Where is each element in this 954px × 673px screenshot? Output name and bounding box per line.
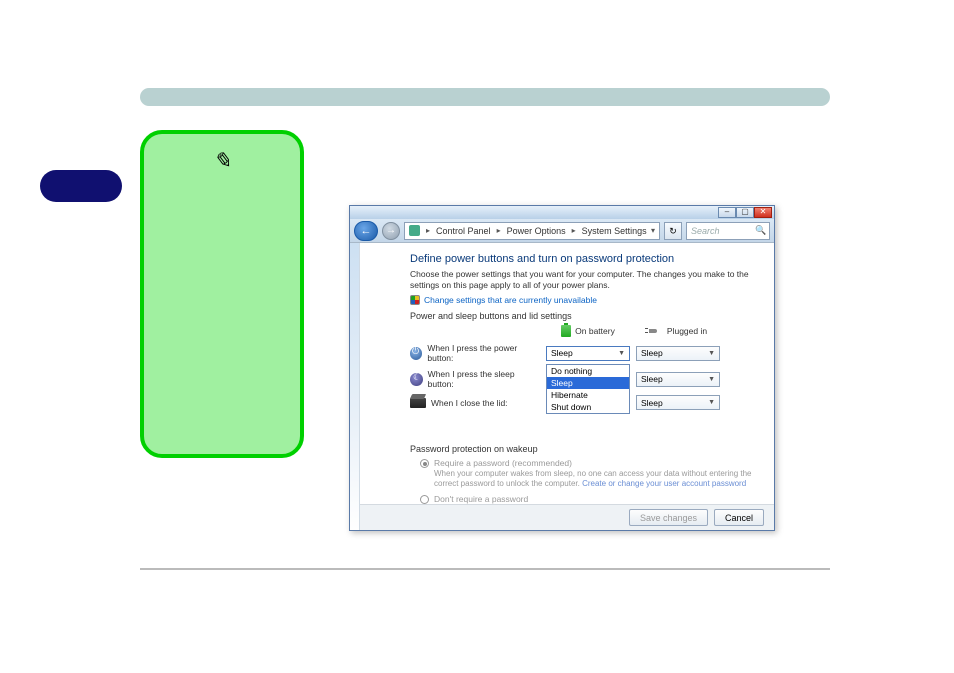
row-close-lid-label: When I close the lid:	[431, 398, 508, 408]
title-bar: – ▢ ✕	[350, 206, 774, 219]
breadcrumb-item[interactable]: Power Options	[507, 226, 566, 236]
dropdown-option-do-nothing[interactable]: Do nothing	[547, 365, 629, 377]
chevron-down-icon: ▼	[708, 350, 715, 357]
row-close-lid: When I close the lid:	[410, 398, 540, 408]
lid-icon	[410, 398, 426, 408]
page-description: Choose the power settings that you want …	[410, 269, 752, 291]
dropdown-value: Sleep	[641, 398, 663, 408]
cancel-button[interactable]: Cancel	[714, 509, 764, 526]
row-power-button-label: When I press the power button:	[427, 343, 540, 363]
dropdown-option-sleep[interactable]: Sleep	[547, 377, 629, 389]
left-sidebar-strip	[350, 243, 360, 530]
radio-no-password	[420, 495, 429, 504]
minimize-button[interactable]: –	[718, 207, 736, 218]
breadcrumb-separator: ▸	[570, 226, 578, 235]
maximize-button[interactable]: ▢	[736, 207, 754, 218]
breadcrumb-separator: ▸	[424, 226, 432, 235]
content-area: Define power buttons and turn on passwor…	[360, 243, 774, 530]
dropdown-value: Sleep	[641, 348, 663, 358]
forward-button: →	[382, 222, 400, 240]
radio-require-password	[420, 459, 429, 468]
top-divider-bar	[140, 88, 830, 106]
power-button-battery-dropdown-list[interactable]: Do nothing Sleep Hibernate Shut down	[546, 364, 630, 414]
column-plugged-in-label: Plugged in	[667, 326, 707, 336]
change-settings-link-text: Change settings that are currently unava…	[424, 295, 597, 305]
dropdown-option-hibernate[interactable]: Hibernate	[547, 389, 629, 401]
dropdown-option-shutdown[interactable]: Shut down	[547, 401, 629, 413]
column-on-battery-label: On battery	[575, 326, 615, 336]
refresh-button[interactable]: ↻	[664, 222, 682, 240]
back-button[interactable]: ←	[354, 221, 378, 241]
bottom-divider	[140, 568, 830, 570]
pencil-icon: ✎	[213, 148, 231, 174]
dropdown-value: Sleep	[551, 348, 573, 358]
save-changes-button[interactable]: Save changes	[629, 509, 708, 526]
section-power-buttons-label: Power and sleep buttons and lid settings	[410, 311, 752, 321]
nav-bar: ← → ▸ Control Panel ▸ Power Options ▸ Sy…	[350, 219, 774, 243]
page-title: Define power buttons and turn on passwor…	[410, 253, 752, 265]
create-password-link[interactable]: Create or change your user account passw…	[582, 479, 746, 488]
note-box: ✎	[140, 130, 304, 458]
button-bar: Save changes Cancel	[360, 504, 774, 530]
radio-require-password-label: Require a password (recommended)	[434, 458, 572, 468]
chevron-down-icon: ▼	[708, 376, 715, 383]
sleep-button-plugged-dropdown[interactable]: Sleep ▼	[636, 372, 720, 387]
side-tab	[40, 170, 122, 202]
control-panel-icon	[409, 225, 420, 236]
search-placeholder: Search	[691, 226, 720, 236]
section-password-label: Password protection on wakeup	[410, 444, 752, 454]
dropdown-value: Sleep	[641, 374, 663, 384]
power-options-window: – ▢ ✕ ← → ▸ Control Panel ▸ Power Option…	[349, 205, 775, 531]
chevron-down-icon[interactable]: ▾	[651, 226, 655, 235]
change-settings-link[interactable]: Change settings that are currently unava…	[410, 295, 752, 305]
breadcrumb-separator: ▸	[495, 226, 503, 235]
close-button[interactable]: ✕	[754, 207, 772, 218]
power-button-battery-dropdown[interactable]: Sleep ▼	[546, 346, 630, 361]
lid-plugged-dropdown[interactable]: Sleep ▼	[636, 395, 720, 410]
breadcrumb-item[interactable]: Control Panel	[436, 226, 491, 236]
battery-icon	[561, 325, 571, 337]
address-bar[interactable]: ▸ Control Panel ▸ Power Options ▸ System…	[404, 222, 660, 240]
breadcrumb-item[interactable]: System Settings	[582, 226, 647, 236]
power-button-icon	[410, 347, 422, 360]
chevron-down-icon: ▼	[708, 399, 715, 406]
plug-icon	[649, 327, 663, 335]
search-icon: 🔍	[755, 225, 765, 236]
search-input[interactable]: Search 🔍	[686, 222, 770, 240]
power-button-plugged-dropdown[interactable]: Sleep ▼	[636, 346, 720, 361]
radio-no-password-label: Don't require a password	[434, 494, 528, 504]
radio-require-password-desc: When your computer wakes from sleep, no …	[434, 469, 752, 489]
row-sleep-button: When I press the sleep button:	[410, 369, 540, 389]
row-sleep-button-label: When I press the sleep button:	[428, 369, 540, 389]
column-plugged-in: Plugged in	[636, 326, 720, 336]
chevron-down-icon: ▼	[618, 350, 625, 357]
shield-icon	[410, 295, 420, 305]
sleep-button-icon	[410, 373, 423, 386]
row-power-button: When I press the power button:	[410, 343, 540, 363]
column-on-battery: On battery	[546, 325, 630, 337]
power-settings-grid: On battery Plugged in When I press the p…	[410, 325, 752, 410]
